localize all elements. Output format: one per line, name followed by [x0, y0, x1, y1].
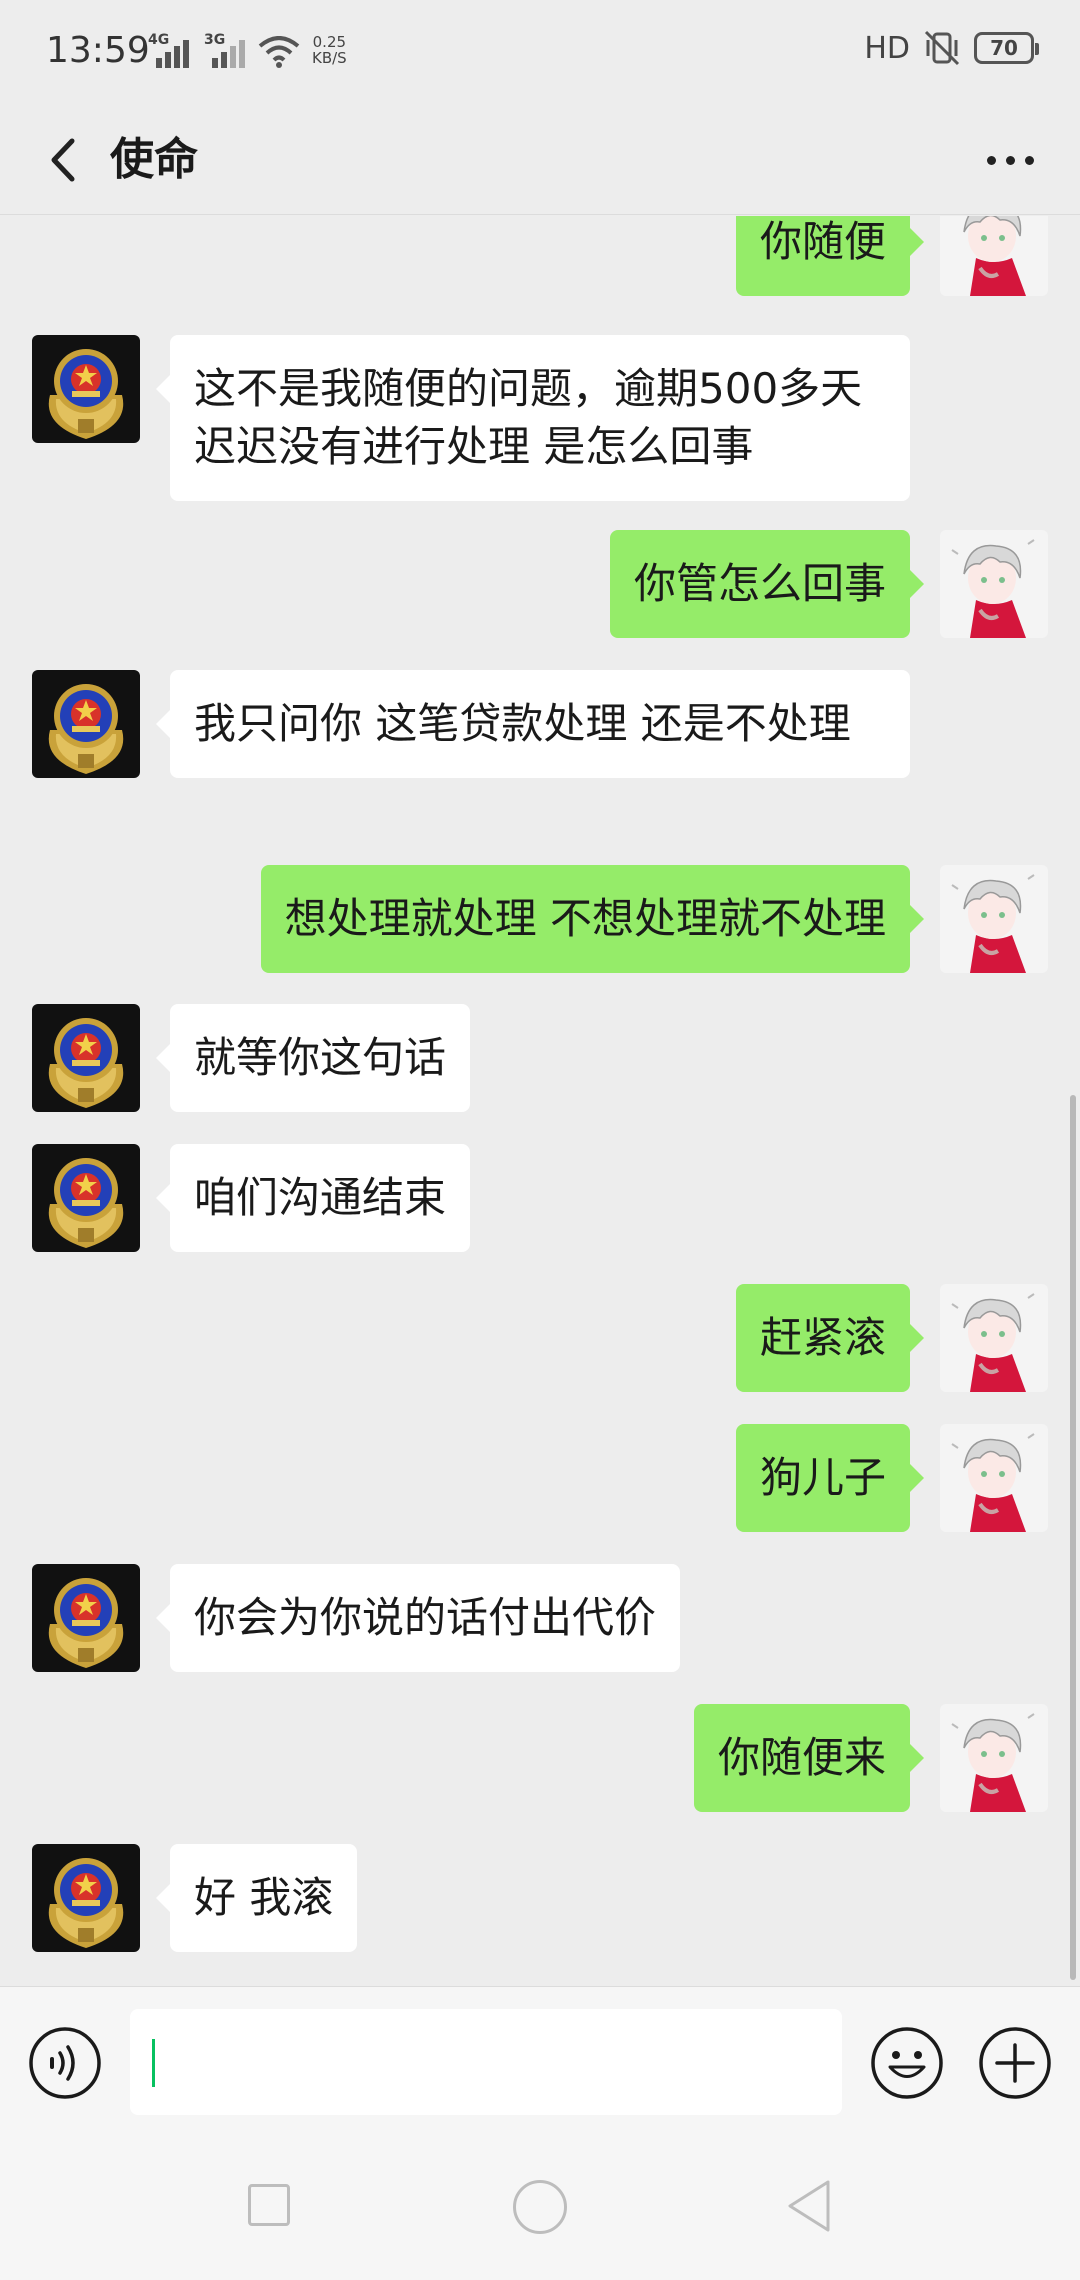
message-bubble[interactable]: 赶紧滚 [735, 1284, 925, 1392]
nav-back-icon[interactable] [784, 2176, 834, 2236]
voice-icon [29, 2027, 101, 2099]
message-bubble[interactable]: 好 我滚 [155, 1844, 358, 1952]
speed-value: 0.25 [312, 33, 347, 51]
chat-scrollbar[interactable] [1070, 1095, 1076, 1980]
contact-avatar[interactable] [32, 1844, 140, 1952]
my-avatar[interactable] [940, 1704, 1048, 1812]
vibrate-off-icon [924, 30, 960, 66]
my-avatar[interactable] [940, 1424, 1048, 1532]
status-bar: 13:59 4G 3G 0.25 KB/S HD 70 [0, 0, 1080, 105]
text-cursor [152, 2039, 155, 2087]
message-bubble[interactable]: 狗儿子 [735, 1424, 925, 1532]
message-input[interactable] [130, 2009, 842, 2115]
message-bubble[interactable]: 你随便来 [693, 1704, 925, 1812]
message-bubble[interactable]: 你会为你说的话付出代价 [155, 1564, 681, 1672]
network-speed: 0.25 KB/S [312, 34, 347, 66]
status-time: 13:59 [46, 30, 150, 71]
contact-avatar[interactable] [32, 1144, 140, 1252]
back-button[interactable] [30, 125, 100, 195]
contact-avatar[interactable] [32, 1564, 140, 1672]
more-button[interactable] [970, 125, 1050, 195]
message-bubble[interactable]: 你管怎么回事 [609, 530, 925, 638]
voice-button[interactable] [28, 2026, 102, 2100]
emoji-icon [871, 2027, 943, 2099]
recent-apps-button[interactable] [248, 2184, 290, 2226]
my-avatar[interactable] [940, 530, 1048, 638]
message-bubble[interactable]: 你随便 [735, 216, 925, 296]
home-button[interactable] [513, 2180, 567, 2234]
hd-indicator: HD [864, 30, 910, 66]
message-bubble[interactable]: 我只问你 这笔贷款处理 还是不处理 [156, 670, 910, 778]
my-avatar[interactable] [940, 1284, 1048, 1392]
chat-header: 使命 [0, 105, 1080, 215]
wifi-icon [258, 36, 300, 68]
plus-icon [979, 2027, 1051, 2099]
message-bubble[interactable]: 想处理就处理 不想处理就不处理 [260, 865, 925, 973]
chevron-left-icon [51, 138, 75, 182]
message-bubble[interactable]: 咱们沟通结束 [155, 1144, 471, 1252]
my-avatar[interactable] [940, 865, 1048, 973]
chat-title: 使命 [110, 134, 198, 185]
battery-indicator: 70 [974, 32, 1039, 64]
emoji-button[interactable] [870, 2026, 944, 2100]
my-avatar[interactable] [940, 216, 1048, 296]
message-bubble[interactable]: 这不是我随便的问题，逾期500多天 迟迟没有进行处理 是怎么回事 [156, 335, 910, 501]
more-functions-button[interactable] [978, 2026, 1052, 2100]
more-dots-icon [986, 155, 996, 165]
contact-avatar[interactable] [32, 670, 140, 778]
input-bar [0, 1986, 1080, 2126]
message-bubble[interactable]: 就等你这句话 [155, 1004, 471, 1112]
system-nav-bar [0, 2126, 1080, 2280]
chat-messages[interactable]: 你随便 这不是我随便的问题，逾期500多天 迟迟没有进行处理 是怎么回事 你管怎… [0, 216, 1080, 1986]
speed-unit: KB/S [312, 49, 347, 67]
contact-avatar[interactable] [32, 1004, 140, 1112]
contact-avatar[interactable] [32, 335, 140, 443]
